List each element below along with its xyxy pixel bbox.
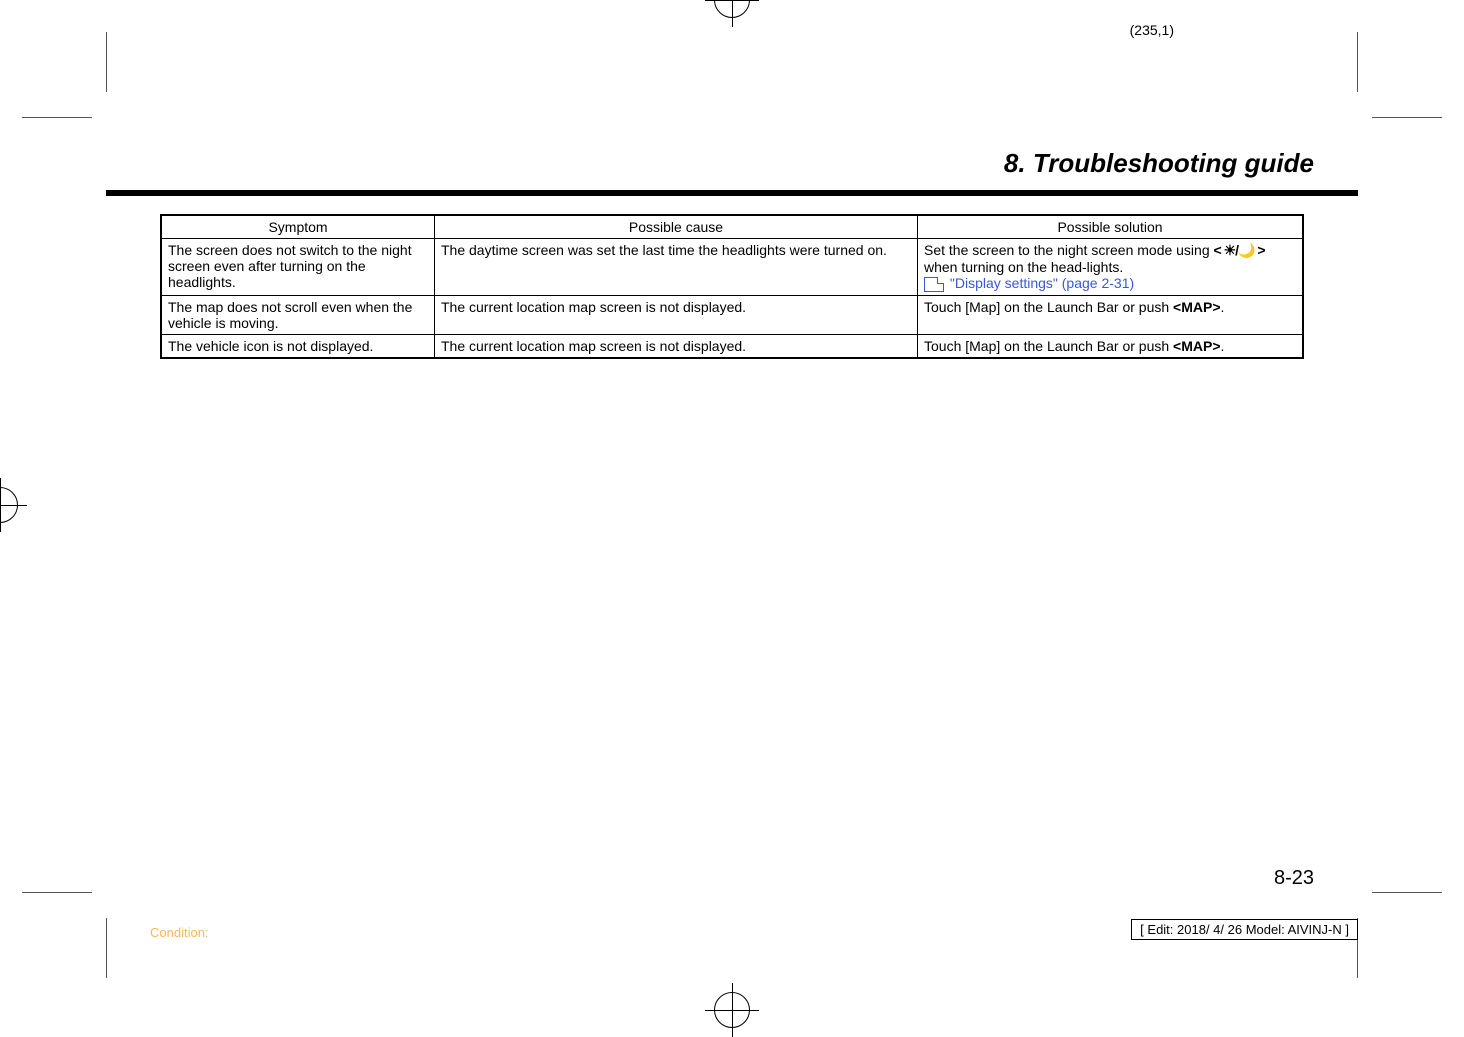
solution-text: Set the screen to the night screen mode … [924, 242, 1214, 258]
cell-cause: The daytime screen was set the last time… [435, 239, 918, 296]
trim-mark [106, 32, 107, 92]
trim-mark [106, 918, 107, 978]
trim-mark [1372, 892, 1442, 893]
cell-symptom: The vehicle icon is not displayed. [161, 334, 435, 358]
brightness-button-label: < ☀/🌙 > [1214, 242, 1265, 258]
cell-symptom: The map does not scroll even when the ve… [161, 295, 435, 334]
heavy-rule [106, 190, 1358, 196]
cross-reference-link: "Display settings" (page 2-31) [924, 275, 1134, 291]
troubleshooting-table: Symptom Possible cause Possible solution… [160, 214, 1304, 359]
crop-mark-top [714, 0, 750, 18]
crop-mark-bottom [714, 992, 750, 1028]
trim-mark [1357, 32, 1358, 92]
th-cause: Possible cause [435, 215, 918, 239]
trim-mark [22, 892, 92, 893]
solution-text: Touch [Map] on the Launch Bar or push [924, 299, 1173, 315]
table-row: The map does not scroll even when the ve… [161, 295, 1303, 334]
solution-text-mid: when turning on the head-lights. [924, 259, 1123, 275]
page-tuple: (235,1) [1130, 22, 1174, 38]
table-row: The screen does not switch to the night … [161, 239, 1303, 296]
edit-info-box: [ Edit: 2018/ 4/ 26 Model: AIVINJ-N ] [1131, 919, 1358, 940]
cell-solution: Touch [Map] on the Launch Bar or push <M… [918, 334, 1304, 358]
table-header-row: Symptom Possible cause Possible solution [161, 215, 1303, 239]
cell-solution: Set the screen to the night screen mode … [918, 239, 1304, 296]
solution-text-mid: . [1221, 299, 1225, 315]
map-button-label: <MAP> [1173, 299, 1220, 315]
page-number: 8-23 [1274, 867, 1314, 890]
condition-label: Condition: [150, 925, 209, 940]
chapter-title: 8. Troubleshooting guide [1004, 148, 1314, 179]
solution-text-mid: . [1221, 338, 1225, 354]
map-button-label: <MAP> [1173, 338, 1220, 354]
crop-mark-left [0, 487, 18, 523]
th-solution: Possible solution [918, 215, 1304, 239]
link-label: "Display settings" (page 2-31) [950, 275, 1134, 291]
cell-symptom: The screen does not switch to the night … [161, 239, 435, 296]
table-row: The vehicle icon is not displayed. The c… [161, 334, 1303, 358]
cell-solution: Touch [Map] on the Launch Bar or push <M… [918, 295, 1304, 334]
solution-text: Touch [Map] on the Launch Bar or push [924, 338, 1173, 354]
page-ref-icon [924, 277, 944, 292]
trim-mark [22, 117, 92, 118]
th-symptom: Symptom [161, 215, 435, 239]
cell-cause: The current location map screen is not d… [435, 295, 918, 334]
trim-mark [1372, 117, 1442, 118]
cell-cause: The current location map screen is not d… [435, 334, 918, 358]
